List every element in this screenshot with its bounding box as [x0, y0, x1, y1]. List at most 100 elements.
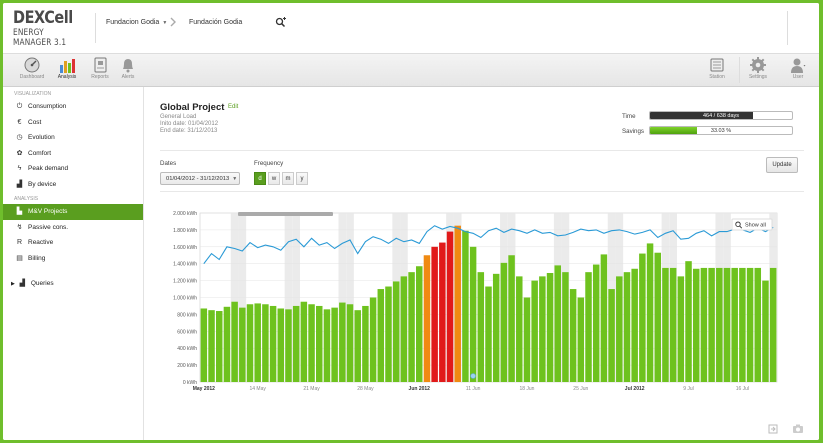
section-analysis: ANALYSIS [14, 196, 39, 202]
user-button[interactable]: User [781, 56, 815, 84]
chart-bar [554, 265, 561, 382]
sidebar-item-label: Consumption [28, 103, 67, 110]
sidebar-item-label: Evolution [28, 134, 55, 141]
settings-button[interactable]: Settings [741, 56, 775, 84]
time-progress-bar: 464 / 638 days [649, 111, 793, 120]
analysis-button[interactable]: Analysis [50, 56, 84, 84]
chart-bar [300, 301, 308, 382]
chart-bar [685, 261, 692, 382]
alerts-button[interactable]: Alerts [111, 56, 145, 84]
chart-bar [346, 304, 354, 382]
settings-label: Settings [748, 74, 768, 80]
sidebar-item-passive-cons[interactable]: ↯ Passive cons. [3, 220, 143, 236]
station-button[interactable]: Station [700, 56, 734, 84]
clock-icon: ◷ [16, 134, 23, 141]
chart-bar [716, 267, 723, 382]
dates-label: Dates [160, 160, 177, 167]
chart-bar [585, 272, 592, 382]
euro-icon: € [17, 118, 22, 126]
sidebar-item-billing[interactable]: ▤ Billing [3, 251, 143, 267]
freq-month-button[interactable]: m [282, 172, 294, 185]
sidebar-item-label: Peak demand [28, 165, 69, 172]
chart-bar [292, 305, 300, 382]
chart-bar [623, 272, 631, 382]
edit-link[interactable]: Edit [228, 104, 238, 110]
divider [160, 150, 804, 151]
sidebar-item-consumption[interactable]: ⏻ Consumption [3, 99, 143, 115]
chart-bar [577, 297, 585, 382]
savings-label: Savings [622, 128, 645, 135]
chart-bar [231, 301, 238, 382]
chart-bar [446, 231, 454, 382]
sidebar-item-queries[interactable]: ▶ ▟ Queries [3, 276, 143, 292]
dashboard-icon [24, 57, 40, 73]
chart-bar [439, 242, 446, 382]
project-init-date: Inito date: 01/04/2012 [160, 121, 219, 127]
export-icon[interactable] [768, 424, 778, 436]
show-all-label: Show all [745, 223, 766, 229]
x-tick-label: 9 Jul [683, 386, 694, 392]
chart-bar [746, 267, 754, 382]
sidebar-item-cost[interactable]: € Cost [3, 115, 143, 131]
y-tick-label: 2.000 kWh [173, 211, 197, 217]
freq-year-button[interactable]: y [296, 172, 308, 185]
chart-bar [539, 276, 546, 382]
chart-bar [316, 305, 323, 382]
x-tick-label: May 2012 [193, 386, 215, 392]
chart-bar [254, 303, 261, 382]
org-selector[interactable]: Fundacion Godia ▼ [106, 19, 167, 26]
show-all-button[interactable]: Show all [731, 218, 773, 231]
chart-bar [592, 264, 600, 382]
y-tick-label: 1.800 kWh [173, 228, 197, 234]
sidebar: VISUALIZATION ⏻ Consumption € Cost ◷ Evolut… [3, 87, 144, 440]
chart-bar [731, 267, 738, 382]
gear-icon [750, 57, 766, 73]
search-add-icon[interactable] [275, 17, 286, 30]
station-label: Station [709, 74, 725, 80]
y-tick-label: 600 kWh [177, 329, 197, 335]
marker-dot [470, 373, 476, 379]
divider [160, 191, 804, 192]
update-button[interactable]: Update [766, 157, 798, 173]
sidebar-item-comfort[interactable]: ✿ Comfort [3, 146, 143, 162]
consumption-chart[interactable]: 2.000 kWh 1.800 kWh 1.600 kWh 1.400 kWh 1.20… [144, 205, 819, 405]
site-name[interactable]: Fundación Godia [189, 19, 242, 26]
chart-bar [200, 308, 208, 382]
freq-week-button[interactable]: w [268, 172, 280, 185]
queries-icon: ▟ [19, 280, 26, 287]
y-tick-label: 800 kWh [177, 312, 197, 318]
chart-bar [408, 272, 415, 382]
divider [95, 13, 96, 43]
date-range-select[interactable]: 01/04/2012 - 31/12/2013 ▼ [160, 172, 240, 185]
scroll-handle [238, 212, 333, 216]
dashboard-button[interactable]: Dashboard [15, 56, 49, 84]
sidebar-item-label: Queries [30, 280, 54, 287]
chart-bar [262, 304, 269, 382]
sidebar-item-label: Cost [28, 118, 42, 126]
chart-bar [223, 306, 231, 382]
chart-bar [369, 297, 377, 382]
chart-bar [485, 286, 492, 382]
sidebar-item-evolution[interactable]: ◷ Evolution [3, 130, 143, 146]
chart-bar [692, 268, 700, 382]
frequency-label: Frequency [254, 160, 284, 167]
chart-bar [523, 297, 531, 382]
camera-icon[interactable] [792, 424, 804, 436]
chart-icon: ▙ [16, 208, 23, 215]
chart-bar [208, 310, 215, 382]
chart-bar [469, 246, 477, 382]
x-tick-label: 16 Jul [736, 386, 749, 392]
sidebar-item-reactive[interactable]: R Reactive [3, 235, 143, 251]
chart-bar [400, 276, 408, 382]
comfort-icon: ✿ [16, 149, 23, 157]
sidebar-item-peak-demand[interactable]: ϟ Peak demand [3, 161, 143, 177]
chart-bar [762, 280, 769, 382]
sidebar-item-label: Billing [28, 254, 46, 262]
app-logo[interactable]: DEXCell ENERGY MANAGER 3.1 [13, 9, 93, 49]
sidebar-item-mv-projects[interactable]: ▙ M&V Projects [3, 204, 143, 220]
section-visualization: VISUALIZATION [14, 91, 52, 97]
chart-bar [669, 267, 677, 382]
sidebar-item-by-device[interactable]: ▟ By device [3, 177, 143, 193]
chart-bar [546, 272, 554, 382]
freq-day-button[interactable]: d [254, 172, 266, 185]
